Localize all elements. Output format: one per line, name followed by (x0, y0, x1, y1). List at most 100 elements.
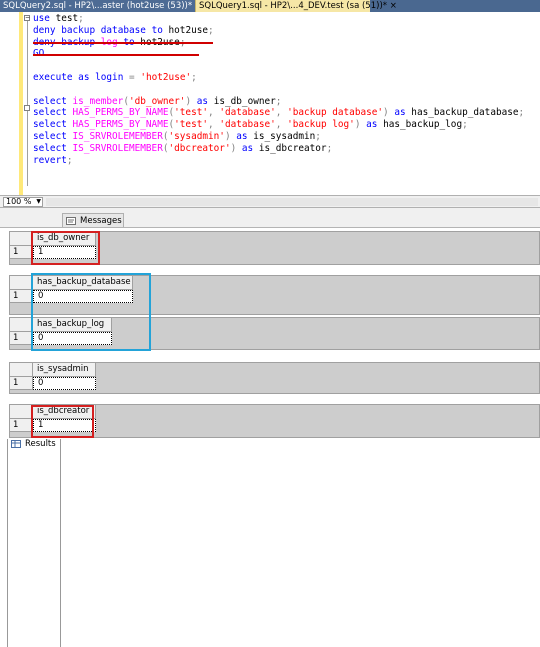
tab-sqlquery1[interactable]: SQLQuery1.sql - HP2\...4_DEV.test (sa (5… (195, 0, 397, 12)
code-token: use (33, 13, 50, 24)
code-token: database (100, 24, 146, 36)
result-cell[interactable]: 0 (33, 377, 96, 390)
change-tracking-bar (19, 12, 23, 195)
grid-corner[interactable] (10, 232, 33, 246)
code-token: select (33, 95, 67, 107)
code-line[interactable] (33, 60, 524, 72)
code-token: has_backup_database (405, 107, 519, 119)
code-token: select (33, 142, 67, 154)
tab-messages[interactable]: Messages (62, 213, 124, 227)
result-grid[interactable]: is_sysadmin 1 0 (9, 362, 540, 394)
code-token: revert (33, 154, 67, 166)
tab-label: SQLQuery1.sql - HP2\...4_DEV.test (sa (5… (199, 1, 388, 11)
code-token: 'sysadmin' (168, 130, 225, 142)
code-token: ; (66, 154, 73, 166)
tab-results[interactable]: Results (7, 436, 61, 647)
code-token: as (394, 107, 406, 119)
row-number[interactable]: 1 (10, 377, 33, 390)
grid-corner[interactable] (10, 363, 33, 377)
annotation-box (31, 273, 151, 351)
zoom-select[interactable]: 100 % ▼ (3, 197, 43, 207)
code-token: 'hot2use' (140, 71, 192, 83)
row-number[interactable]: 1 (10, 419, 33, 432)
code-line[interactable]: select HAS_PERMS_BY_NAME('test', 'databa… (33, 107, 524, 119)
code-token: 'backup database' (287, 107, 384, 119)
horizontal-scrollbar[interactable] (46, 198, 538, 206)
code-token: has_backup_log (377, 119, 463, 131)
code-text[interactable]: use test; deny backup database to hot2use… (33, 13, 524, 166)
tab-sqlquery2[interactable]: SQLQuery2.sql - HP2\...aster (hot2use (5… (0, 0, 195, 12)
code-token: ; (462, 119, 468, 131)
code-token: HAS_PERMS_BY_NAME (72, 107, 169, 119)
code-token: ; (208, 24, 214, 36)
code-token: IS_SRVROLEMEMBER (72, 130, 163, 142)
code-token: IS_SRVROLEMEMBER (72, 142, 163, 154)
code-token: deny (33, 24, 56, 36)
code-token: as (196, 95, 209, 107)
editor-status-bar: 100 % ▼ (0, 195, 540, 208)
code-token: 'backup log' (287, 119, 355, 131)
code-token: is_sysadmin (247, 130, 316, 142)
close-icon[interactable]: × (390, 1, 397, 11)
code-token: select (33, 130, 67, 142)
annotation-box (31, 231, 100, 265)
code-token: login (95, 71, 124, 83)
row-number[interactable]: 1 (10, 246, 33, 259)
code-token: 'test' (174, 119, 209, 131)
grid-icon (11, 440, 21, 448)
code-token: ; (326, 142, 333, 154)
code-token: as (241, 142, 254, 154)
row-number[interactable]: 1 (10, 290, 33, 303)
grid-corner[interactable] (10, 405, 33, 419)
code-line[interactable]: select is_member('db_owner') as is_db_ow… (33, 96, 524, 108)
row-number[interactable]: 1 (10, 332, 33, 345)
column-header[interactable]: is_sysadmin (33, 363, 96, 377)
code-token: 'database' (219, 107, 276, 119)
message-icon (66, 217, 76, 225)
code-token: ; (315, 130, 321, 142)
code-token: as (78, 71, 90, 83)
collapse-icon[interactable] (24, 105, 30, 111)
grid-corner[interactable] (10, 318, 33, 332)
code-line[interactable]: deny backup database to hot2use; (33, 25, 524, 37)
code-line[interactable]: use test; (33, 13, 524, 25)
results-pane[interactable]: is_db_owner 1 1 has_backup_database 1 0 … (0, 228, 540, 439)
code-line[interactable]: select IS_SRVROLEMEMBER('sysadmin') as i… (33, 131, 524, 143)
annotation-underline (33, 42, 213, 44)
code-token: 'test' (174, 107, 209, 119)
code-token: 'db_owner' (129, 95, 186, 107)
code-token: ; (78, 13, 84, 24)
tab-label: SQLQuery2.sql - HP2\...aster (hot2use (5… (3, 1, 193, 11)
zoom-value: 100 % (6, 197, 32, 206)
code-token: as (366, 119, 378, 131)
code-token: HAS_PERMS_BY_NAME (72, 119, 169, 131)
query-editor[interactable]: − use test; deny backup database to hot2u… (0, 12, 540, 195)
chevron-down-icon: ▼ (36, 198, 41, 205)
code-token: is_db_owner (208, 95, 276, 107)
code-line[interactable]: select HAS_PERMS_BY_NAME('test', 'databa… (33, 119, 524, 131)
code-token: backup (61, 24, 96, 36)
code-line[interactable]: select IS_SRVROLEMEMBER('dbcreator') as … (33, 143, 524, 155)
code-line[interactable] (33, 84, 524, 96)
code-token: hot2use (162, 24, 209, 36)
code-token: execute (33, 71, 73, 83)
code-token: to (151, 24, 163, 36)
code-token: is_dbcreator (253, 142, 327, 154)
code-token: ; (191, 71, 197, 83)
tab-label: Messages (80, 216, 122, 226)
code-token: is_member (72, 95, 124, 107)
code-token: 'database' (219, 119, 276, 131)
annotation-box (31, 405, 94, 438)
code-token: select (33, 119, 67, 131)
document-tab-strip: SQLQuery2.sql - HP2\...aster (hot2use (5… (0, 0, 540, 12)
code-line[interactable]: execute as login = 'hot2use'; (33, 72, 524, 84)
code-line[interactable]: revert; (33, 155, 524, 167)
code-token: test (49, 13, 79, 24)
code-token: as (236, 130, 248, 142)
code-token: 'dbcreator' (168, 142, 231, 154)
results-tab-strip: Results Messages (0, 208, 540, 647)
grid-corner[interactable] (10, 276, 33, 290)
code-token: ; (275, 95, 282, 107)
collapse-icon[interactable]: − (24, 15, 30, 21)
outline-guide (27, 18, 28, 186)
